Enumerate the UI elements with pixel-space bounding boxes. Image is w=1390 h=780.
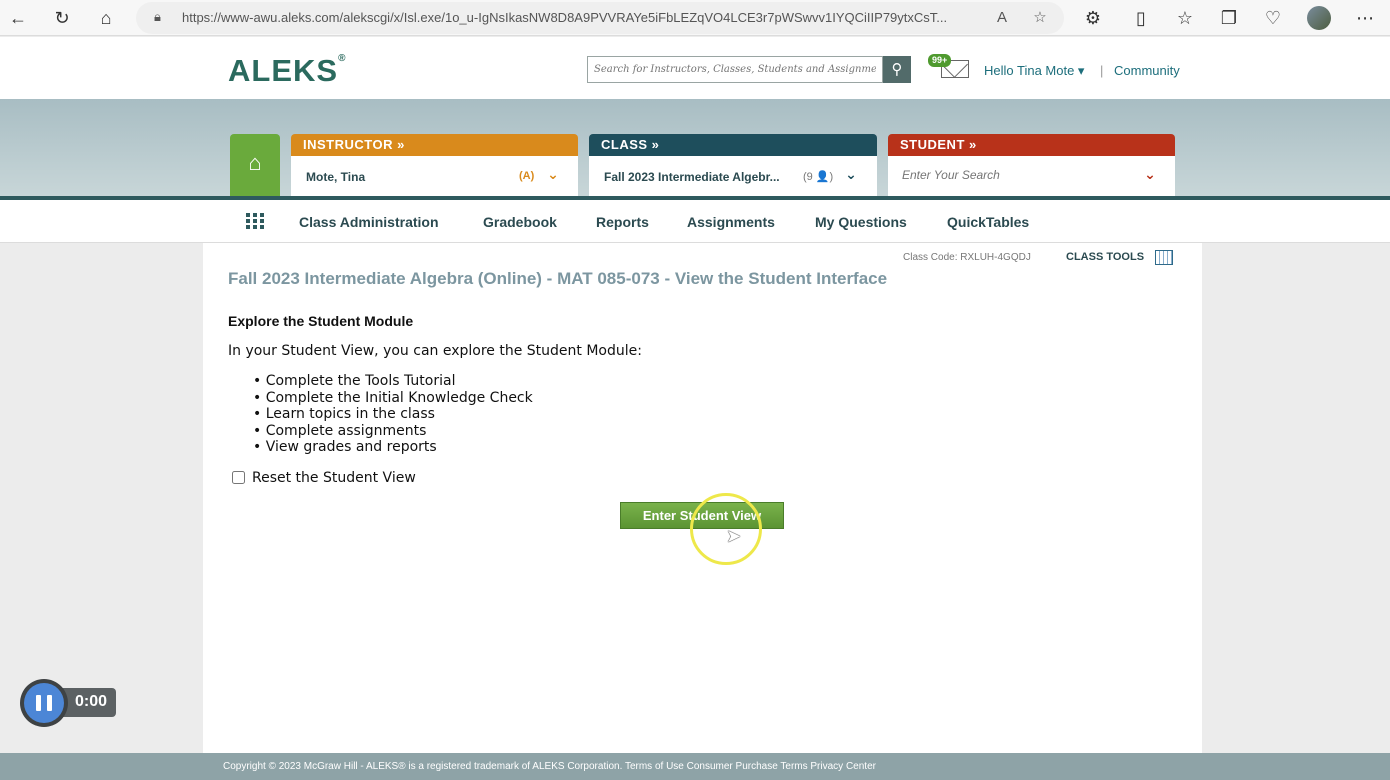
browser-essentials-icon[interactable]: ♡: [1261, 6, 1285, 30]
chevron-down-icon[interactable]: ⌄: [843, 166, 859, 182]
recording-time: 0:00: [75, 693, 108, 710]
extensions-icon[interactable]: ⚙: [1081, 6, 1105, 30]
favorite-star-icon[interactable]: ☆: [1030, 8, 1050, 28]
instructor-tab[interactable]: INSTRUCTOR » Mote, Tina (A) ⌄: [291, 134, 578, 196]
class-code: Class Code: RXLUH-4GQDJ: [903, 252, 1031, 263]
refresh-icon[interactable]: ↻: [50, 6, 74, 30]
mail-badge: 99+: [928, 54, 952, 67]
header-separator: |: [1100, 63, 1104, 78]
more-menu-icon[interactable]: ⋯: [1353, 6, 1377, 30]
footer-text: Copyright © 2023 McGraw Hill - ALEKS® is…: [223, 761, 876, 772]
user-menu[interactable]: Hello Tina Mote ▾: [984, 63, 1084, 79]
address-bar[interactable]: 🔒︎ https://www-awu.aleks.com/alekscgi/x/…: [136, 2, 1064, 34]
list-item: Complete assignments: [253, 423, 533, 440]
nav-class-administration[interactable]: Class Administration: [299, 214, 439, 230]
class-tab-label: CLASS »: [589, 134, 877, 156]
class-name: Fall 2023 Intermediate Algebr...: [604, 170, 780, 184]
class-tools-link[interactable]: CLASS TOOLS: [1066, 251, 1144, 263]
list-item: Complete the Initial Knowledge Check: [253, 390, 533, 407]
page-title: Fall 2023 Intermediate Algebra (Online) …: [228, 269, 888, 288]
instructor-tab-label: INSTRUCTOR »: [291, 134, 578, 156]
search-icon[interactable]: ⚲: [883, 56, 911, 83]
browser-toolbar: ← ↻ ⌂ 🔒︎ https://www-awu.aleks.com/aleks…: [0, 0, 1390, 36]
profile-avatar[interactable]: [1307, 6, 1331, 30]
back-icon[interactable]: ←: [6, 6, 30, 30]
lock-icon: 🔒︎: [154, 9, 161, 24]
community-link[interactable]: Community: [1114, 63, 1180, 78]
class-selector[interactable]: Fall 2023 Intermediate Algebr... (9 👤) ⌄: [589, 156, 877, 196]
nav-gradebook[interactable]: Gradebook: [483, 214, 557, 230]
home-tab[interactable]: ⌂: [230, 134, 280, 196]
mouse-pointer-icon: ➤: [726, 526, 742, 546]
main-content: Class Code: RXLUH-4GQDJ CLASS TOOLS Fall…: [203, 243, 1202, 753]
student-tab-label: STUDENT »: [888, 134, 1175, 156]
nav-reports[interactable]: Reports: [596, 214, 649, 230]
reset-student-view-checkbox[interactable]: [232, 471, 245, 484]
global-search: [587, 56, 883, 83]
aleks-logo[interactable]: ALEKS®: [228, 53, 346, 89]
footer: Copyright © 2023 McGraw Hill - ALEKS® is…: [0, 753, 1390, 780]
home-icon: ⌂: [248, 150, 262, 175]
student-selector[interactable]: ⌄: [888, 156, 1175, 196]
split-screen-icon[interactable]: ▯: [1129, 6, 1153, 30]
home-browser-icon[interactable]: ⌂: [94, 6, 118, 30]
pause-icon: [24, 683, 64, 723]
list-item: View grades and reports: [253, 439, 533, 456]
intro-text: In your Student View, you can explore th…: [228, 343, 642, 359]
nav-my-questions[interactable]: My Questions: [815, 214, 907, 230]
instructor-selector[interactable]: Mote, Tina (A) ⌄: [291, 156, 578, 196]
pause-recording-button[interactable]: [20, 679, 68, 727]
list-item: Learn topics in the class: [253, 406, 533, 423]
class-tools-icon[interactable]: [1155, 250, 1173, 265]
student-search-input[interactable]: [902, 168, 1142, 182]
search-input[interactable]: [588, 57, 882, 82]
section-heading: Explore the Student Module: [228, 313, 414, 329]
list-item: Complete the Tools Tutorial: [253, 373, 533, 390]
url-text[interactable]: https://www-awu.aleks.com/alekscgi/x/Isl…: [182, 10, 972, 25]
favorites-icon[interactable]: ☆: [1173, 6, 1197, 30]
instructor-name: Mote, Tina: [306, 170, 366, 184]
chevron-down-icon[interactable]: ⌄: [1142, 166, 1158, 182]
main-nav: Class Administration Gradebook Reports A…: [0, 200, 1390, 243]
collections-icon[interactable]: ❐: [1217, 6, 1241, 30]
student-tab[interactable]: STUDENT » ⌄: [888, 134, 1175, 196]
chevron-down-icon[interactable]: ⌄: [545, 166, 561, 182]
reset-student-view-label[interactable]: Reset the Student View: [252, 470, 416, 486]
instructor-role: (A): [519, 170, 535, 182]
class-tab[interactable]: CLASS » Fall 2023 Intermediate Algebr...…: [589, 134, 877, 196]
app-grid-icon[interactable]: [246, 213, 264, 229]
aleks-header: ALEKS® ⚲ 99+ Hello Tina Mote ▾ | Communi…: [0, 37, 1390, 99]
read-aloud-icon[interactable]: A: [992, 8, 1012, 28]
nav-quicktables[interactable]: QuickTables: [947, 214, 1029, 230]
nav-assignments[interactable]: Assignments: [687, 214, 775, 230]
feature-list: Complete the Tools Tutorial Complete the…: [253, 373, 533, 456]
class-student-count: (9 👤): [803, 171, 834, 183]
